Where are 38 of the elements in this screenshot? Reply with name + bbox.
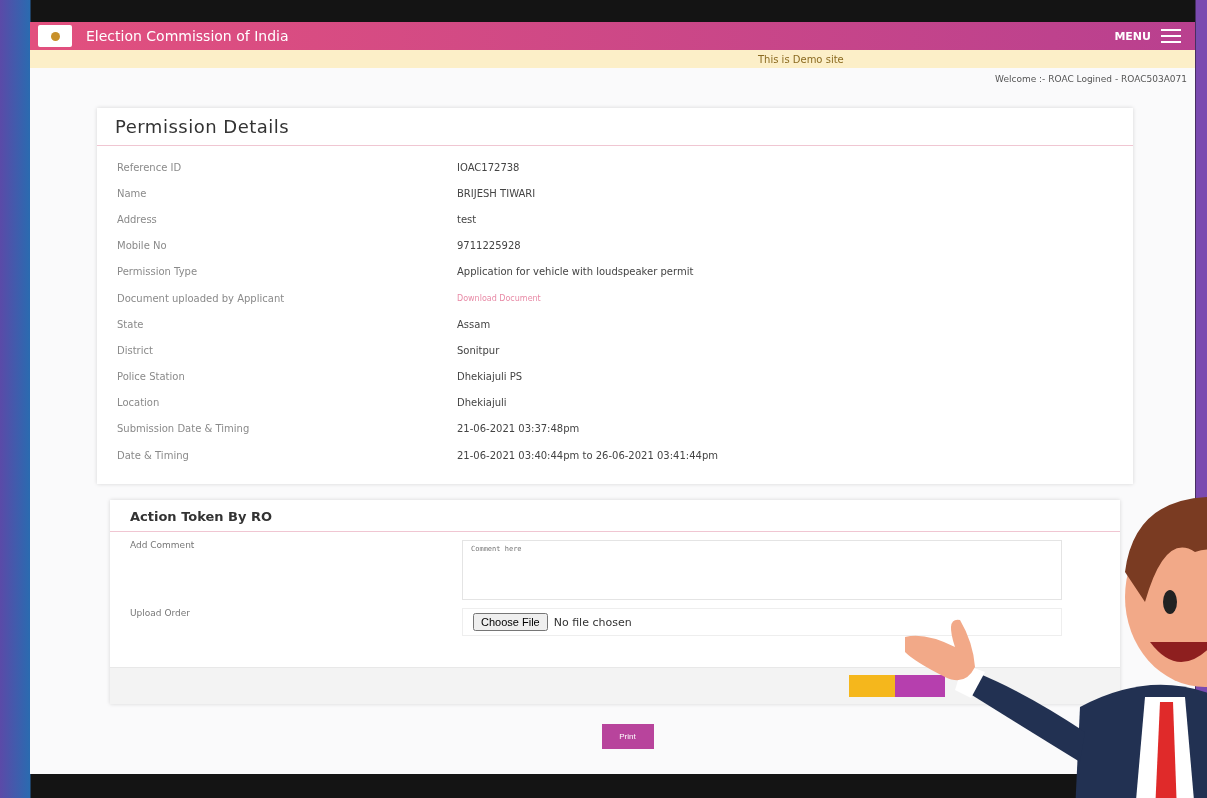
field-value: Dhekiajuli bbox=[457, 397, 507, 409]
field-value: 9711225928 bbox=[457, 240, 521, 252]
field-value: Application for vehicle with loudspeaker permit bbox=[457, 266, 694, 278]
field-label: Date & Timing bbox=[117, 449, 190, 461]
field-label: Mobile No bbox=[117, 240, 168, 252]
print-button[interactable]: Print bbox=[601, 724, 654, 749]
field-value: IOAC172738 bbox=[457, 161, 520, 173]
field-value: Sonitpur bbox=[457, 344, 500, 356]
field-label: Permission Type bbox=[117, 266, 199, 278]
file-field[interactable]: Choose File No file chosen bbox=[462, 608, 1062, 636]
field-value: Dhekiajuli PS bbox=[457, 371, 523, 383]
field-value: Assam bbox=[457, 318, 491, 330]
field-label: Add Comment bbox=[130, 540, 196, 552]
menu-button[interactable]: MENU bbox=[1114, 29, 1181, 43]
card-title: Action Token By RO bbox=[130, 509, 273, 524]
card-title: Permission Details bbox=[97, 108, 1133, 146]
field-label: Police Station bbox=[117, 371, 186, 383]
field-value: BRIJESH TIWARI bbox=[457, 187, 536, 199]
site-title: Election Commission of India bbox=[86, 28, 289, 44]
field-value: 21-06-2021 03:37:48pm bbox=[457, 423, 580, 435]
field-label: State bbox=[117, 318, 145, 330]
file-status: No file chosen bbox=[553, 615, 632, 629]
field-label: Location bbox=[117, 397, 161, 409]
field-label: Reference ID bbox=[117, 161, 183, 173]
choose-file-button[interactable]: Choose File bbox=[473, 613, 548, 631]
field-label: Upload Order bbox=[130, 608, 191, 620]
field-label: Document uploaded by Applicant bbox=[117, 292, 286, 304]
logo-icon bbox=[38, 25, 72, 47]
welcome-text: Welcome :- ROAC Logined - ROAC503A071 bbox=[995, 74, 1187, 86]
download-link[interactable]: Download Document bbox=[457, 293, 541, 303]
field-label: Submission Date & Timing bbox=[117, 423, 251, 435]
field-label: Name bbox=[117, 187, 148, 199]
menu-icon bbox=[1161, 29, 1181, 43]
demo-notice: This is Demo site bbox=[758, 53, 844, 65]
field-label: Address bbox=[117, 213, 158, 225]
field-value: 21-06-2021 03:40:44pm to 26-06-2021 03:41:44pm bbox=[457, 449, 718, 461]
field-value: test bbox=[457, 213, 477, 225]
field-label: District bbox=[117, 344, 154, 356]
